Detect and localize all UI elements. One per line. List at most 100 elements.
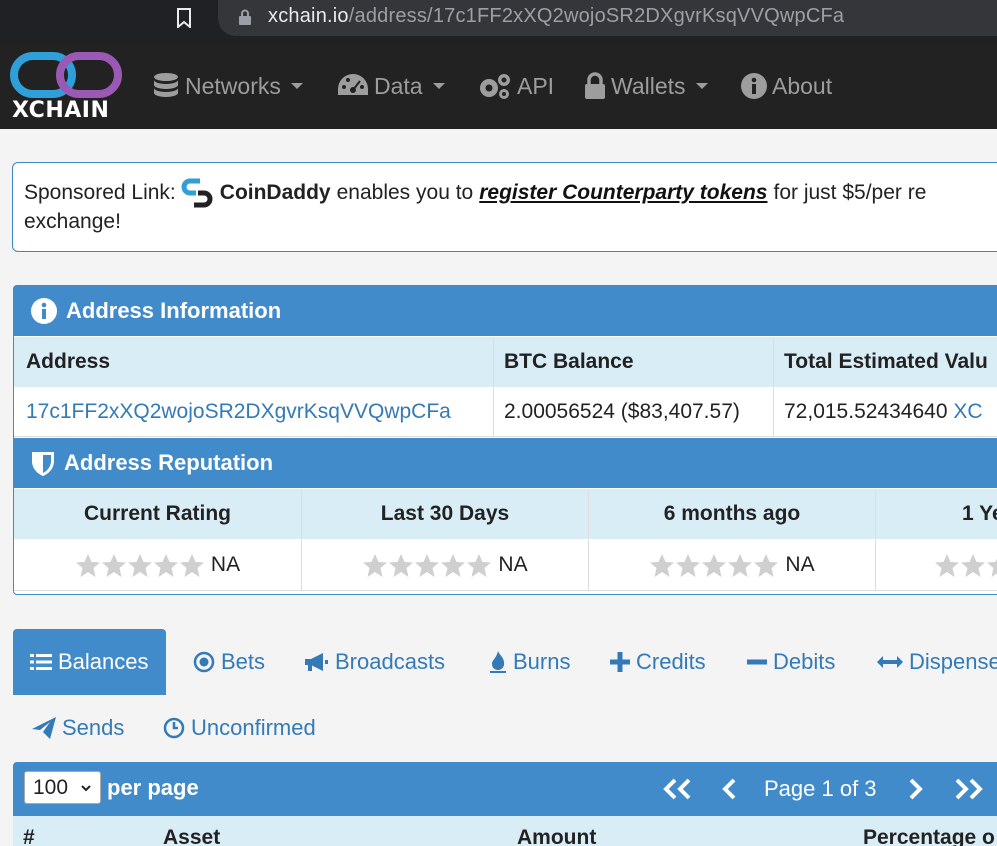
balances-table-header: # Asset Amount Percentage o <box>13 816 997 846</box>
tab-unconfirmed[interactable]: Unconfirmed <box>163 695 316 761</box>
star-rating <box>362 553 492 578</box>
last-page-button[interactable] <box>953 772 985 806</box>
tab-dispensers[interactable]: Dispense <box>877 629 997 695</box>
plus-icon <box>610 652 630 672</box>
tab-sends-label: Sends <box>62 715 125 740</box>
double-chevron-right-icon <box>955 778 983 800</box>
nav-api[interactable]: API <box>477 68 554 104</box>
shield-icon <box>32 452 54 476</box>
tab-balances[interactable]: Balances <box>13 629 166 695</box>
star-icon <box>101 553 126 577</box>
chevron-right-icon <box>909 778 923 800</box>
dashboard-icon <box>338 74 368 95</box>
per-page-label: per page <box>107 775 199 800</box>
nav-about-label: About <box>772 72 833 99</box>
sponsored-line-2: exchange! <box>24 210 121 233</box>
tab-debits[interactable]: Debits <box>747 629 835 695</box>
sponsored-prefix: Sponsored Link: <box>24 181 176 204</box>
sponsor-brand[interactable]: CoinDaddy <box>220 181 331 205</box>
star-icon <box>676 553 701 577</box>
star-icon <box>987 558 997 577</box>
tab-sends[interactable]: Sends <box>32 695 124 761</box>
star-icon <box>728 553 753 577</box>
bookmark-icon[interactable] <box>176 8 192 28</box>
fire-icon <box>490 651 506 673</box>
next-page-button[interactable] <box>906 772 924 806</box>
tab-broadcasts-label: Broadcasts <box>335 649 446 674</box>
site-navbar: XCHAIN Networks Data API Wallets About <box>0 44 997 129</box>
btc-balance-value: 2.00056524 ($83,407.57) <box>494 388 774 437</box>
address-link[interactable]: 17c1FF2xXQ2wojoSR2DXgvrKsqVVQwpCFa <box>14 388 494 437</box>
star-rating <box>649 553 779 578</box>
column-header-current-rating: Current Rating <box>14 489 302 540</box>
prev-page-button[interactable] <box>721 772 739 806</box>
nav-api-label: API <box>517 72 555 99</box>
rating-value: NA <box>498 553 528 576</box>
rating-value: NA <box>210 553 241 576</box>
chevron-down-icon <box>695 83 708 89</box>
chevron-left-icon <box>722 778 736 800</box>
column-header-total-value: Total Estimated Valu <box>774 337 997 388</box>
nav-networks-label: Networks <box>185 72 281 99</box>
rating-6-months: NA <box>589 540 876 591</box>
list-icon <box>30 654 52 670</box>
tab-burns[interactable]: Burns <box>489 629 570 695</box>
column-header-amount[interactable]: Amount <box>517 826 596 846</box>
star-icon <box>415 553 440 577</box>
column-header-last-30-days: Last 30 Days <box>302 489 589 540</box>
column-header-asset[interactable]: Asset <box>163 826 220 846</box>
chevron-down-icon <box>290 83 303 89</box>
url-text[interactable]: xchain.io/address/17c1FF2xXQ2wojoSR2DXgv… <box>268 5 844 28</box>
star-icon <box>441 553 466 577</box>
rating-1-year <box>876 540 997 591</box>
tab-broadcasts[interactable]: Broadcasts <box>303 629 445 695</box>
star-icon <box>467 553 492 577</box>
coindaddy-icon[interactable] <box>180 176 214 210</box>
first-page-button[interactable] <box>661 772 693 806</box>
tab-burns-label: Burns <box>513 649 571 674</box>
per-page-select[interactable]: 100 <box>24 771 101 804</box>
address-panel: Address Information Address BTC Balance … <box>13 285 997 595</box>
browser-toolbar: xchain.io/address/17c1FF2xXQ2wojoSR2DXgv… <box>0 0 997 44</box>
star-icon <box>754 553 779 577</box>
star-rating <box>934 553 997 578</box>
nav-data-label: Data <box>374 72 423 99</box>
tab-dispensers-label: Dispense <box>909 649 997 674</box>
total-value-cell: 72,015.52434640 XC <box>774 388 997 437</box>
lock-icon[interactable] <box>238 9 252 25</box>
address-info-title: Address Information <box>66 298 282 323</box>
column-header-1-year: 1 Ye <box>876 489 997 540</box>
register-tokens-link[interactable]: register Counterparty tokens <box>479 181 767 205</box>
star-icon <box>153 553 178 577</box>
info-icon <box>31 298 57 324</box>
star-icon <box>702 553 727 577</box>
tab-bets[interactable]: Bets <box>193 629 265 695</box>
nav-about[interactable]: About <box>740 68 832 104</box>
star-icon <box>179 553 204 577</box>
star-icon <box>127 553 152 577</box>
sponsored-text-end: for just $5/per re <box>773 181 927 204</box>
star-icon <box>363 553 388 577</box>
nav-networks[interactable]: Networks <box>151 68 303 104</box>
column-header-percentage[interactable]: Percentage o <box>863 826 995 846</box>
star-icon <box>389 553 414 577</box>
star-icon <box>961 553 985 577</box>
double-chevron-left-icon <box>663 778 691 800</box>
column-header-btc-balance: BTC Balance <box>494 337 774 388</box>
logo-text[interactable]: XCHAIN <box>12 98 109 123</box>
tab-credits[interactable]: Credits <box>610 629 706 695</box>
nav-wallets-label: Wallets <box>611 72 686 99</box>
arrows-horizontal-icon <box>877 656 903 668</box>
paper-plane-icon <box>32 717 56 739</box>
total-value-unit-link[interactable]: XC <box>953 400 982 424</box>
nav-data[interactable]: Data <box>336 68 445 104</box>
tab-credits-label: Credits <box>636 649 706 674</box>
nav-wallets[interactable]: Wallets <box>583 68 708 104</box>
chevron-down-icon <box>432 83 445 89</box>
star-icon <box>650 553 675 577</box>
chevron-down-icon <box>81 785 91 792</box>
column-header-index[interactable]: # <box>23 826 35 846</box>
total-value: 72,015.52434640 <box>784 400 948 423</box>
per-page-value: 100 <box>33 775 69 799</box>
tab-balances-label: Balances <box>58 649 149 674</box>
